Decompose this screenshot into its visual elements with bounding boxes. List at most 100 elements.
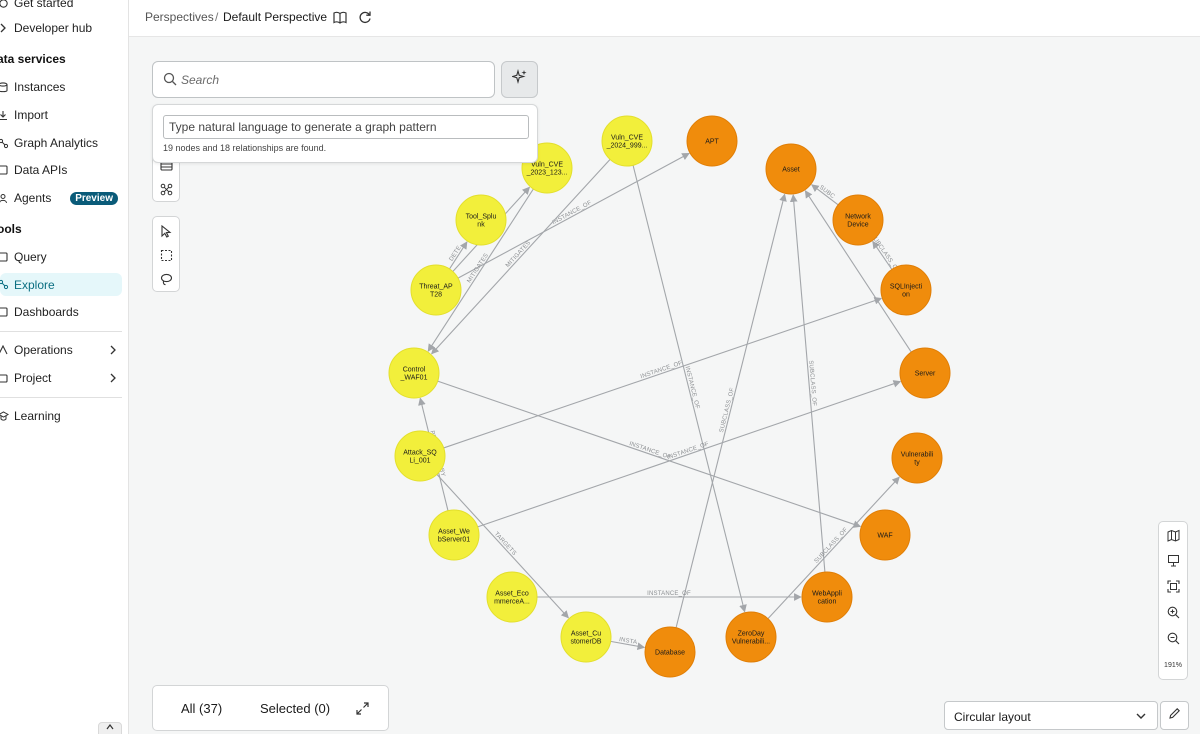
all-count-tab[interactable]: All (37) (181, 701, 222, 716)
graph-node-label: Vuln_CVE (611, 135, 643, 142)
zoom-in-icon[interactable] (1159, 600, 1187, 624)
graph-node-control[interactable]: Control_WAF01 (388, 347, 440, 399)
graph-edge-label: INSTANCE_OF (666, 441, 709, 461)
pencil-icon (1168, 707, 1181, 725)
graph-node-label: _WAF01 (400, 375, 428, 382)
search-result-status: 19 nodes and 18 relationships are found. (163, 143, 327, 153)
lasso-select-icon[interactable] (153, 267, 179, 291)
sidebar-item-label: Query (14, 250, 47, 264)
sidebar-item-operations[interactable]: Operations (0, 339, 128, 361)
sidebar-item-agents[interactable]: Agents Preview (0, 187, 128, 209)
explore-icon (0, 279, 9, 290)
graph-edge-attack-sqlinj[interactable] (443, 297, 883, 449)
book-icon[interactable] (331, 8, 349, 26)
pointer-icon[interactable] (153, 219, 179, 243)
graph-node-label: bServer01 (438, 537, 470, 544)
sidebar-item-label: Get started (14, 0, 74, 10)
graph-node-attack[interactable]: Attack_SQLi_001 (394, 430, 446, 482)
layout-select-value: Circular layout (954, 710, 1031, 724)
layout-select[interactable]: Circular layout (944, 701, 1158, 730)
sidebar-item-project[interactable]: Project (0, 367, 128, 389)
natural-language-input[interactable] (163, 115, 529, 139)
presentation-icon[interactable] (1159, 548, 1187, 572)
graph-edge-control-waf[interactable] (437, 380, 862, 528)
sidebar-item-label: Developer hub (14, 21, 93, 35)
sidebar-item-dashboards[interactable]: Dashboards (0, 301, 79, 323)
graph-node-asset[interactable]: Asset (765, 143, 817, 195)
sidebar-item-developer-hub[interactable]: Developer hub (0, 17, 92, 39)
graph-node-zeroday[interactable]: ZeroDayVulnerabili... (725, 611, 777, 663)
graph-node-webserver[interactable]: Asset_WebServer01 (428, 509, 480, 561)
graph-node-label: Network (845, 214, 871, 221)
graph-node-apt[interactable]: APT (686, 115, 738, 167)
sidebar-item-label: Import (14, 108, 49, 122)
graph-node-label: Device (847, 222, 869, 229)
graph-node-netdev[interactable]: NetworkDevice (832, 194, 884, 246)
graph-node-label: cation (818, 599, 837, 606)
query-icon (0, 252, 9, 262)
database-icon (0, 81, 9, 93)
edit-layout-button[interactable] (1160, 701, 1189, 730)
graph-node-vuln2024[interactable]: Vuln_CVE_2024_999... (601, 115, 653, 167)
graph-node-server[interactable]: Server (899, 347, 951, 399)
chevron-right-icon (109, 371, 117, 386)
graph-node-customerdb[interactable]: Asset_CustomerDB (560, 611, 612, 663)
expand-icon[interactable] (353, 699, 371, 717)
sidebar-divider (0, 331, 122, 332)
sidebar-item-label: Explore (14, 277, 55, 292)
graph-node-database[interactable]: Database (644, 626, 696, 678)
sidebar-item-query[interactable]: Query (0, 246, 47, 268)
graph-node-webapp[interactable]: WebApplication (801, 571, 853, 623)
selection-tools-group (152, 216, 180, 292)
graph-node-ecommerce[interactable]: Asset_EcommerceA... (486, 571, 538, 623)
zoom-out-icon[interactable] (1159, 626, 1187, 650)
search-box[interactable] (152, 61, 495, 98)
graph-node-waf[interactable]: WAF (859, 509, 911, 561)
graph-edge-label: INSTANCE_OF (628, 441, 671, 461)
top-bar: Perspectives / Default Perspective (129, 0, 1200, 37)
graph-node-label: Attack_SQ (403, 450, 437, 457)
graph-edge-label: SUBCLASS_OF (814, 527, 850, 565)
selected-count-tab[interactable]: Selected (0) (260, 701, 330, 716)
graph-node-label: SQLInjecti (890, 284, 923, 291)
sidebar-item-learning[interactable]: Learning (0, 405, 61, 427)
api-icon (0, 165, 9, 175)
sidebar-item-get-started[interactable]: Get started (0, 0, 73, 14)
breadcrumb-perspectives[interactable]: Perspectives (145, 10, 214, 24)
graph-node-label: Asset_We (438, 529, 470, 536)
sidebar-collapse-button[interactable] (98, 722, 122, 734)
graph-node-label: nk (477, 222, 485, 229)
explore-workspace: Perspectives / Default Perspective SUBC S… (129, 0, 1200, 734)
graph-edge-label: INSTANCE_OF (551, 200, 592, 226)
search-input[interactable] (181, 70, 481, 90)
sidebar-item-data-apis[interactable]: Data APIs (0, 159, 67, 181)
graph-node-vulnerability[interactable]: Vulnerability (891, 432, 943, 484)
graph-node-threat[interactable]: Threat_APT28 (410, 264, 462, 316)
graph-node-label: Database (655, 650, 685, 657)
sidebar-item-explore[interactable]: Explore (0, 273, 122, 296)
fit-to-screen-icon[interactable] (1159, 574, 1187, 598)
sidebar-item-import[interactable]: Import (0, 104, 48, 126)
ai-assist-button[interactable] (501, 61, 538, 98)
graph-edge-vuln2024-control[interactable] (431, 159, 611, 355)
graph-node-label: Asset_Cu (571, 631, 601, 638)
graph-edge-vuln2024-zeroday[interactable] (632, 165, 747, 613)
graph-node-label: WAF (877, 533, 892, 540)
graph-edge-label: SUBC (818, 185, 836, 201)
sidebar-item-label: Dashboards (14, 305, 79, 319)
box-select-icon[interactable] (153, 243, 179, 267)
graph-edge-webapp-asset[interactable] (789, 194, 826, 573)
preview-badge: Preview (70, 191, 118, 205)
graph-node-label: Vuln_CVE (531, 162, 563, 169)
graph-node-label: Asset_Eco (495, 591, 529, 598)
refresh-icon[interactable] (356, 8, 374, 26)
sidebar-item-graph-analytics[interactable]: Graph Analytics (0, 132, 98, 154)
sidebar-item-instances[interactable]: Instances (0, 76, 65, 98)
graph-node-splunk[interactable]: Tool_Splunk (455, 194, 507, 246)
graph-node-sqlinj[interactable]: SQLInjection (880, 264, 932, 316)
sidebar-section-data-services: ata services (0, 52, 66, 66)
sidebar-item-label: Data APIs (14, 163, 68, 177)
graph-node-label: on (902, 292, 910, 299)
network-icon[interactable] (153, 177, 179, 201)
map-icon[interactable] (1159, 523, 1187, 547)
